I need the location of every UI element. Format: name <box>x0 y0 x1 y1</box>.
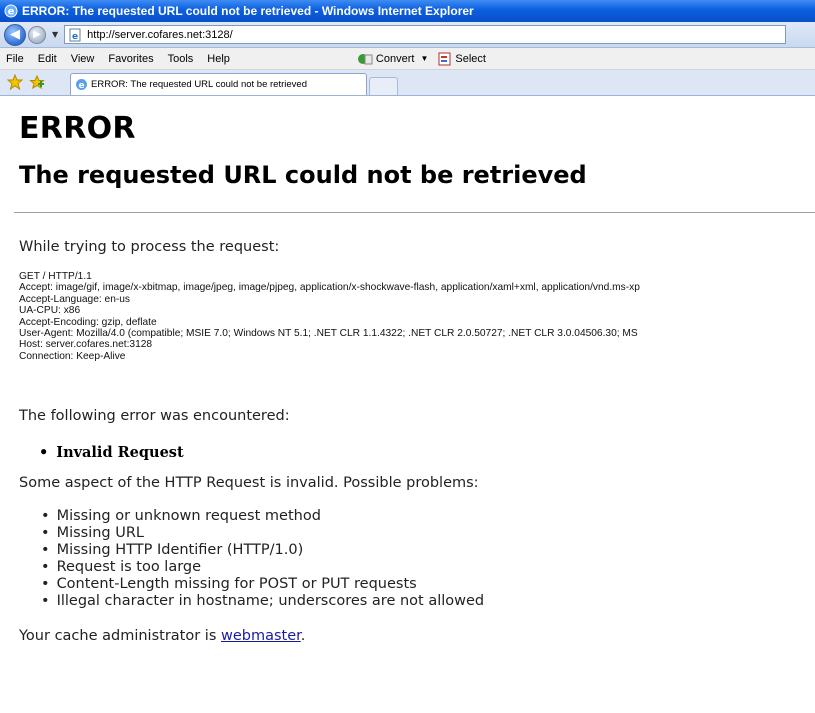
problem-item: Missing HTTP Identifier (HTTP/1.0) <box>41 542 815 559</box>
problem-item: Illegal character in hostname; underscor… <box>41 593 815 610</box>
admin-text: Your cache administrator is webmaster. <box>19 628 815 644</box>
forward-button[interactable]: ▶ <box>28 25 46 44</box>
svg-text:e: e <box>78 81 84 91</box>
svg-text:e: e <box>72 32 78 42</box>
problem-item: Request is too large <box>41 559 815 576</box>
problem-item: Missing or unknown request method <box>41 508 815 525</box>
favorites-star-icon[interactable] <box>7 74 23 90</box>
window-title: ERROR: The requested URL could not be re… <box>22 4 474 18</box>
add-favorites-icon[interactable] <box>29 74 45 90</box>
problem-item: Missing URL <box>41 525 815 542</box>
admin-prefix: Your cache administrator is <box>19 628 221 645</box>
select-label: Select <box>455 52 486 65</box>
request-line: Host: server.cofares.net:3128 <box>19 339 153 351</box>
request-headers: GET / HTTP/1.1 Accept: image/gif, image/… <box>19 271 815 362</box>
request-line: Connection: Keep-Alive <box>19 350 126 362</box>
request-line: User-Agent: Mozilla/4.0 (compatible; MSI… <box>19 328 638 340</box>
request-line: GET / HTTP/1.1 <box>19 271 92 282</box>
page-icon: e <box>69 28 81 42</box>
menu-file[interactable]: File <box>0 53 31 65</box>
aspect-text: Some aspect of the HTTP Request is inval… <box>19 475 479 492</box>
request-line: Accept-Encoding: gzip, deflate <box>19 316 157 328</box>
svg-text:e: e <box>8 7 15 18</box>
problem-item: Content-Length missing for POST or PUT r… <box>41 576 815 593</box>
address-input[interactable]: e http://server.cofares.net:3128/ <box>64 25 787 44</box>
divider <box>14 212 815 213</box>
menu-edit[interactable]: Edit <box>31 53 64 65</box>
following-text: The following error was encountered: <box>19 408 290 425</box>
request-line: Accept-Language: en-us <box>19 293 131 305</box>
problems-list: Missing or unknown request method Missin… <box>19 508 815 610</box>
ie-page-icon: e <box>76 79 87 91</box>
menu-view[interactable]: View <box>64 53 102 65</box>
arrow-right-icon: ▶ <box>33 29 41 40</box>
convert-label: Convert <box>375 52 415 65</box>
arrow-left-icon: ◀ <box>10 27 20 42</box>
tab-active[interactable]: e ERROR: The requested URL could not be … <box>70 73 367 95</box>
menu-bar: File Edit View Favorites Tools Help Conv… <box>0 48 815 70</box>
menu-favorites[interactable]: Favorites <box>101 53 160 65</box>
error-name: Invalid Request <box>39 444 815 461</box>
chevron-down-icon: ▼ <box>420 54 429 63</box>
request-line: Accept: image/gif, image/x-xbitmap, imag… <box>19 282 640 294</box>
menu-help[interactable]: Help <box>200 53 237 65</box>
convert-icon <box>357 53 373 64</box>
address-url: http://server.cofares.net:3128/ <box>87 28 233 41</box>
tab-bar: e ERROR: The requested URL could not be … <box>0 70 815 96</box>
request-line: UA-CPU: x86 <box>19 305 81 317</box>
page-subtitle: The requested URL could not be retrieved <box>19 161 587 189</box>
admin-suffix: . <box>300 628 306 645</box>
ie-icon: e <box>4 4 18 18</box>
recent-pages-dropdown[interactable]: ▼ <box>52 30 58 39</box>
select-button[interactable]: Select <box>438 52 486 66</box>
back-button[interactable]: ◀ <box>4 23 26 46</box>
page-title: ERROR <box>19 111 136 146</box>
menu-tools[interactable]: Tools <box>161 53 201 65</box>
new-tab-button[interactable] <box>369 77 398 95</box>
while-text: While trying to process the request: <box>19 239 280 255</box>
select-icon <box>438 52 451 65</box>
tab-label: ERROR: The requested URL could not be re… <box>91 79 307 90</box>
address-toolbar: ◀ ▶ ▼ e http://server.cofares.net:3128/ <box>0 22 815 48</box>
webmaster-link[interactable]: webmaster <box>221 628 301 644</box>
window-titlebar: e ERROR: The requested URL could not be … <box>0 0 815 22</box>
convert-button[interactable]: Convert ▼ <box>357 52 428 66</box>
page-content: ERROR The requested URL could not be ret… <box>0 111 815 644</box>
